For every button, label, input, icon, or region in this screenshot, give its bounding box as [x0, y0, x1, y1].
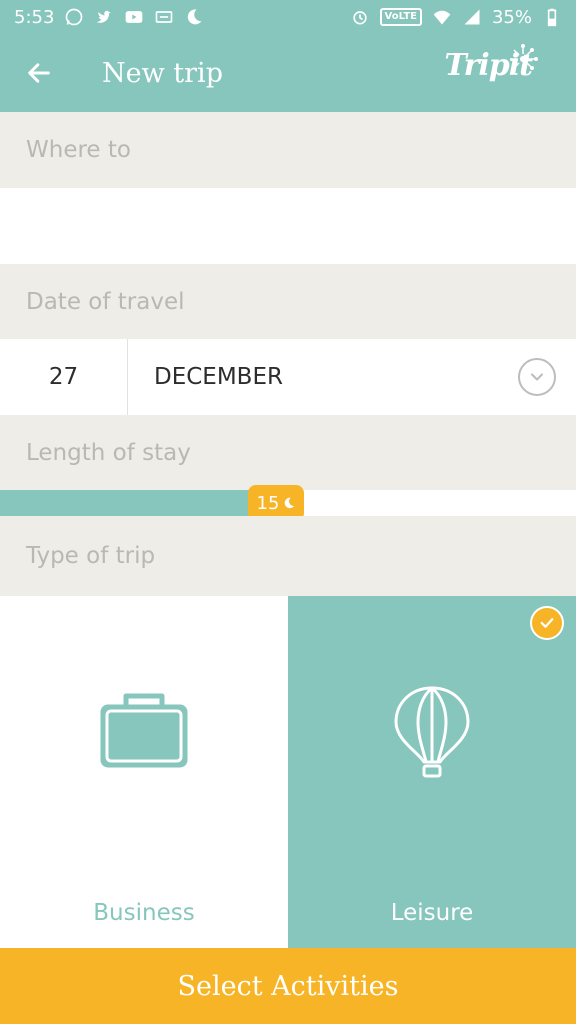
sparkle-icon — [510, 44, 538, 72]
date-of-travel-header: Date of travel — [0, 264, 576, 339]
battery-percent: 35% — [491, 6, 532, 28]
date-of-travel-label: Date of travel — [26, 288, 185, 315]
select-activities-button[interactable]: Select Activities — [0, 948, 576, 1024]
tripit-logo: Tripit — [444, 44, 538, 83]
twitter-icon — [94, 7, 114, 27]
moon-icon — [184, 7, 204, 27]
youtube-icon — [124, 7, 144, 27]
type-of-trip-label: Type of trip — [26, 543, 156, 569]
signal-icon — [462, 7, 482, 27]
where-to-header: Where to — [0, 112, 576, 188]
length-of-stay-slider[interactable]: 15 — [0, 485, 576, 521]
status-time: 5:53 — [14, 6, 55, 28]
business-label: Business — [93, 900, 195, 926]
day-selector[interactable]: 27 — [0, 339, 128, 415]
leisure-label: Leisure — [390, 900, 474, 926]
destination-input[interactable] — [0, 188, 576, 264]
briefcase-icon — [100, 693, 188, 768]
moon-icon — [285, 497, 295, 509]
date-row: 27 DECEMBER — [0, 339, 576, 415]
hot-air-balloon-icon — [394, 686, 470, 778]
battery-icon — [542, 7, 562, 27]
leisure-option[interactable]: Leisure — [288, 596, 576, 948]
whatsapp-icon — [64, 7, 84, 27]
media-icon — [154, 7, 174, 27]
length-of-stay-header: Length of stay — [0, 415, 576, 490]
month-selector[interactable]: DECEMBER — [128, 339, 576, 415]
where-to-label: Where to — [26, 137, 131, 163]
app-bar: New trip Tripit — [0, 34, 576, 112]
nights-value: 15 — [256, 492, 280, 514]
page-title: New trip — [102, 57, 223, 89]
length-of-stay-label: Length of stay — [26, 439, 191, 466]
back-button[interactable] — [0, 34, 78, 112]
alarm-icon — [350, 7, 370, 27]
arrow-left-icon — [28, 63, 50, 83]
volte-badge: VoLTE — [379, 8, 422, 26]
type-of-trip-header: Type of trip — [0, 516, 576, 596]
status-bar: 5:53 VoLTE 35% — [0, 0, 576, 34]
chevron-down-icon[interactable] — [518, 358, 556, 396]
trip-type-options: Business Leisure — [0, 596, 576, 948]
wifi-icon — [432, 7, 452, 27]
check-icon — [530, 606, 564, 640]
business-option[interactable]: Business — [0, 596, 288, 948]
slider-fill — [0, 490, 277, 516]
month-value: DECEMBER — [154, 364, 283, 390]
